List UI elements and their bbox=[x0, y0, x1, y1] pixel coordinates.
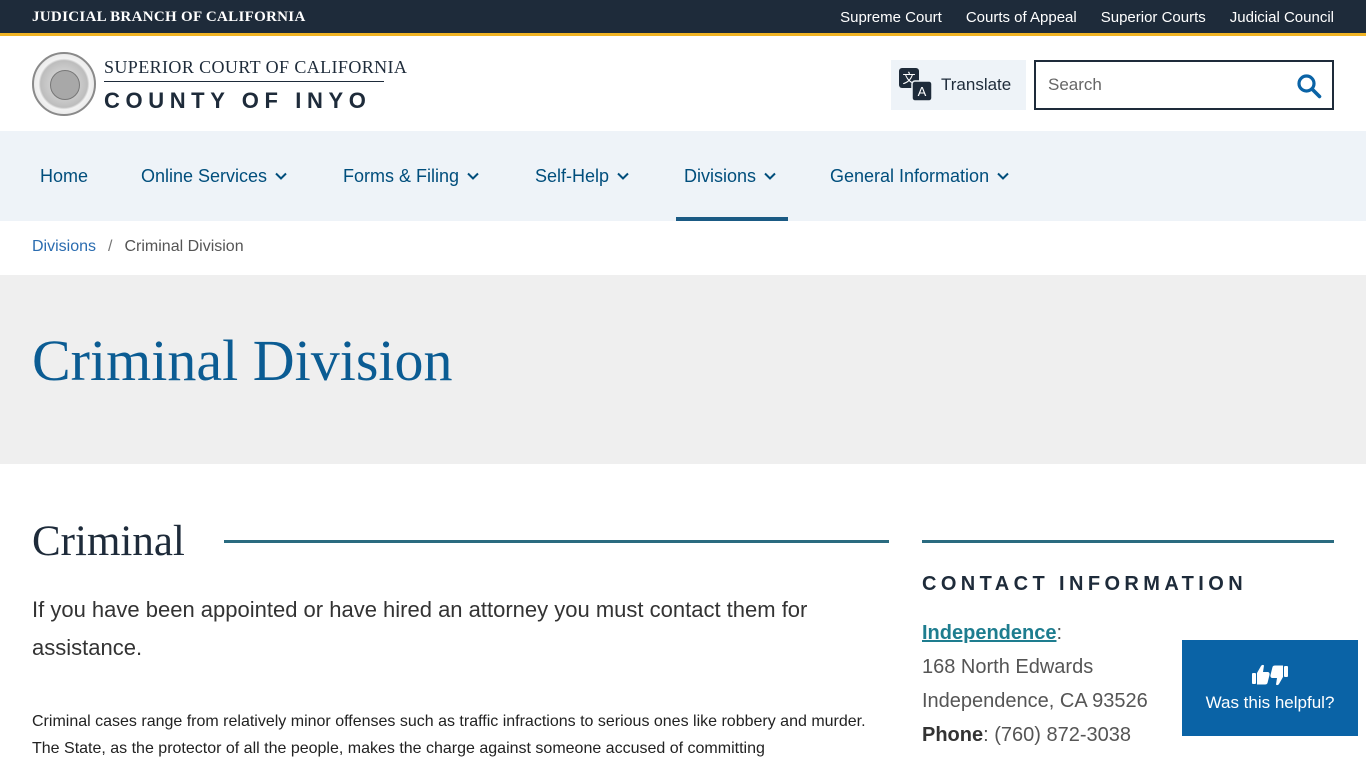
link-supreme-court[interactable]: Supreme Court bbox=[840, 9, 942, 26]
lead-paragraph: If you have been appointed or have hired… bbox=[32, 597, 808, 660]
nav-general-information-label: General Information bbox=[830, 165, 990, 186]
phone-colon: : bbox=[983, 724, 995, 746]
search-icon[interactable] bbox=[1296, 73, 1322, 99]
nav-divisions-label: Divisions bbox=[684, 165, 757, 186]
nav-home[interactable]: Home bbox=[40, 131, 88, 221]
site-header: SUPERIOR COURT OF CALIFORNIA COUNTY OF I… bbox=[0, 39, 1366, 131]
chevron-down-icon bbox=[467, 172, 479, 180]
section-divider bbox=[224, 540, 889, 543]
link-superior-courts[interactable]: Superior Courts bbox=[1101, 9, 1206, 26]
translate-button[interactable]: 文 A Translate bbox=[891, 60, 1026, 110]
nav-forms-filing[interactable]: Forms & Filing bbox=[343, 131, 479, 221]
phone-number[interactable]: (760) 872-3038 bbox=[994, 724, 1131, 746]
feedback-widget[interactable]: Was this helpful? bbox=[1182, 640, 1358, 736]
logo-superior-court[interactable]: SUPERIOR COURT OF CALIFORNIA bbox=[104, 57, 407, 78]
judicial-branch-label[interactable]: JUDICIAL BRANCH OF CALIFORNIA bbox=[32, 9, 306, 26]
logo-divider bbox=[104, 81, 384, 82]
main-navigation: Home Online Services Forms & Filing Self… bbox=[0, 131, 1366, 221]
sidebar-divider bbox=[922, 540, 1334, 543]
location-colon: : bbox=[1056, 622, 1063, 644]
court-seal-logo[interactable] bbox=[32, 52, 96, 116]
feedback-label: Was this helpful? bbox=[1205, 693, 1335, 712]
chevron-down-icon bbox=[764, 172, 776, 180]
page-title: Criminal Division bbox=[32, 328, 453, 393]
translate-label: Translate bbox=[941, 75, 1012, 94]
translate-icon: 文 A bbox=[899, 68, 933, 102]
nav-online-services-label: Online Services bbox=[141, 165, 268, 186]
address-line-1: 168 North Edwards bbox=[922, 656, 1094, 678]
nav-self-help-label: Self-Help bbox=[535, 165, 610, 186]
contact-info: Independence: 168 North Edwards Independ… bbox=[922, 616, 1148, 752]
breadcrumb: Divisions / Criminal Division bbox=[32, 238, 244, 256]
address-line-2: Independence, CA 93526 bbox=[922, 690, 1148, 712]
link-judicial-council[interactable]: Judicial Council bbox=[1230, 9, 1334, 26]
nav-general-information[interactable]: General Information bbox=[830, 131, 1009, 221]
contact-location-line: Independence: bbox=[922, 616, 1148, 650]
nav-online-services[interactable]: Online Services bbox=[141, 131, 287, 221]
link-courts-of-appeal[interactable]: Courts of Appeal bbox=[966, 9, 1077, 26]
breadcrumb-divisions-link[interactable]: Divisions bbox=[32, 238, 96, 256]
nav-forms-filing-label: Forms & Filing bbox=[343, 165, 460, 186]
body-paragraph: Criminal cases range from relatively min… bbox=[32, 713, 866, 757]
search-input[interactable] bbox=[1048, 74, 1288, 96]
search-box bbox=[1034, 60, 1334, 110]
nav-divisions[interactable]: Divisions bbox=[675, 131, 789, 221]
top-utility-bar: JUDICIAL BRANCH OF CALIFORNIA Supreme Co… bbox=[0, 0, 1366, 36]
contact-heading: CONTACT INFORMATION bbox=[922, 573, 1248, 595]
section-title: Criminal bbox=[32, 518, 185, 565]
chevron-down-icon bbox=[997, 172, 1009, 180]
nav-home-label: Home bbox=[40, 165, 89, 186]
chevron-down-icon bbox=[617, 172, 629, 180]
breadcrumb-separator: / bbox=[108, 238, 113, 255]
top-links: Supreme Court Courts of Appeal Superior … bbox=[840, 9, 1334, 26]
nav-self-help[interactable]: Self-Help bbox=[535, 131, 629, 221]
thumbs-up-down-icon bbox=[1252, 664, 1288, 686]
phone-label: Phone bbox=[922, 724, 984, 746]
phone-line: Phone: (760) 872-3038 bbox=[922, 718, 1148, 752]
breadcrumb-current: Criminal Division bbox=[124, 238, 244, 255]
svg-text:A: A bbox=[918, 84, 927, 99]
location-link[interactable]: Independence bbox=[922, 622, 1056, 644]
logo-county[interactable]: COUNTY OF INYO bbox=[104, 88, 371, 114]
chevron-down-icon bbox=[275, 172, 287, 180]
page-hero: Criminal Division bbox=[0, 275, 1366, 464]
